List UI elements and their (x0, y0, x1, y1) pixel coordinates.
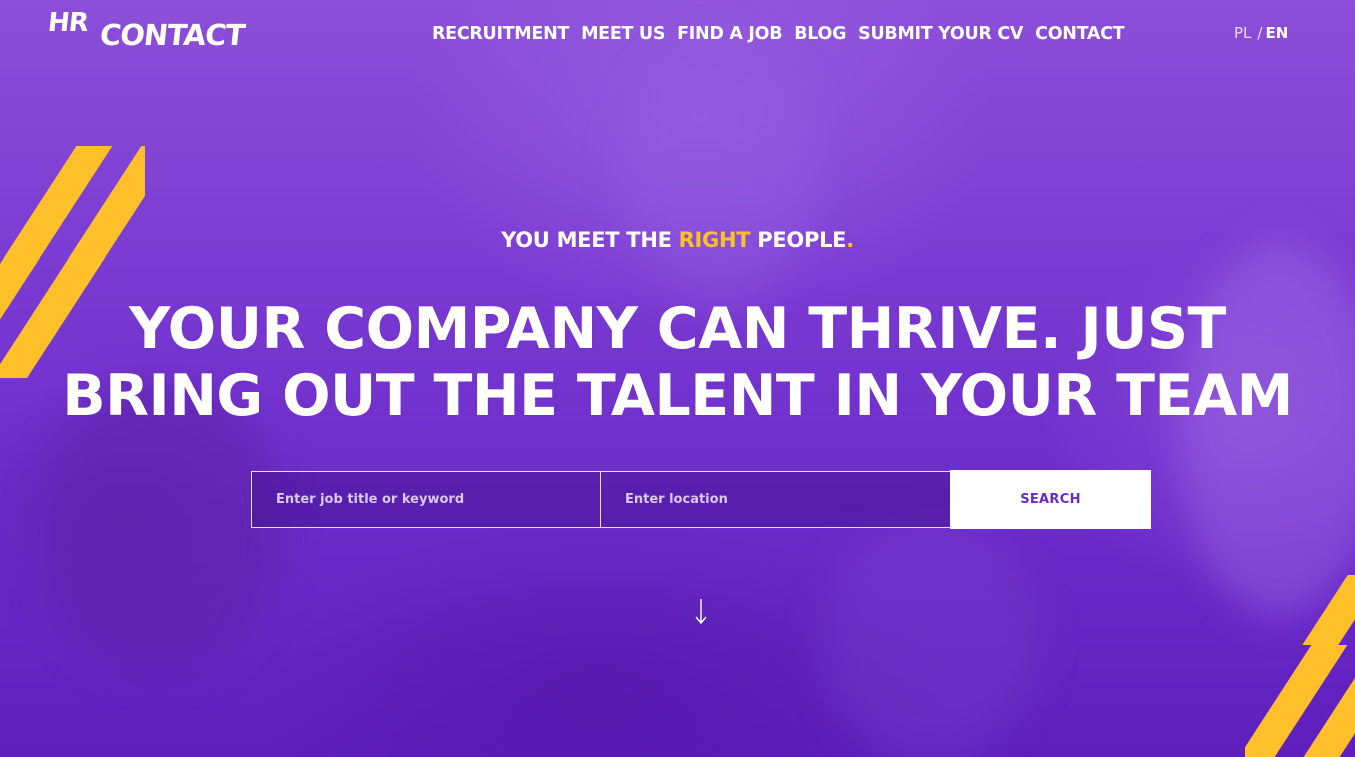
location-field-wrapper (601, 471, 951, 528)
nav-item-contact[interactable]: CONTACT (1035, 22, 1124, 46)
nav-item-submit-cv[interactable]: SUBMIT YOUR CV (858, 22, 1023, 46)
tagline-accent: RIGHT (678, 228, 751, 252)
keyword-input[interactable] (252, 472, 600, 527)
job-search-form: SEARCH (251, 470, 1151, 529)
arrow-down-icon[interactable] (693, 598, 709, 626)
hero-tagline: YOU MEET THE RIGHT PEOPLE. (0, 228, 1355, 252)
nav-item-recruitment[interactable]: RECRUITMENT (432, 22, 569, 46)
decorative-stripes-right (1245, 575, 1355, 757)
tagline-text-start: YOU MEET THE (501, 228, 679, 252)
keyword-field-wrapper (251, 471, 601, 528)
brand-logo[interactable]: HR CONTACT (46, 8, 247, 52)
tagline-text-end: PEOPLE (750, 228, 847, 252)
search-button[interactable]: SEARCH (950, 470, 1151, 529)
nav-item-find-a-job[interactable]: FIND A JOB (677, 22, 782, 46)
language-pl[interactable]: PL (1234, 24, 1251, 42)
logo-text-hr: HR (46, 8, 90, 38)
hero-headline: YOUR COMPANY CAN THRIVE. JUST BRING OUT … (0, 296, 1355, 430)
location-input[interactable] (601, 472, 950, 527)
language-switcher: PL / EN (1234, 24, 1288, 42)
nav-item-meet-us[interactable]: MEET US (581, 22, 665, 46)
nav-item-blog[interactable]: BLOG (794, 22, 846, 46)
photo-blob (620, 40, 820, 300)
photo-blob (820, 520, 1040, 757)
language-separator: / (1257, 24, 1263, 42)
logo-text-contact: CONTACT (98, 18, 247, 52)
language-en[interactable]: EN (1265, 24, 1288, 42)
headline-line-1: YOUR COMPANY CAN THRIVE. JUST (129, 296, 1226, 362)
main-nav: RECRUITMENT MEET US FIND A JOB BLOG SUBM… (432, 22, 1136, 46)
tagline-dot: . (846, 228, 854, 252)
headline-line-2: BRING OUT THE TALENT IN YOUR TEAM (62, 363, 1293, 429)
